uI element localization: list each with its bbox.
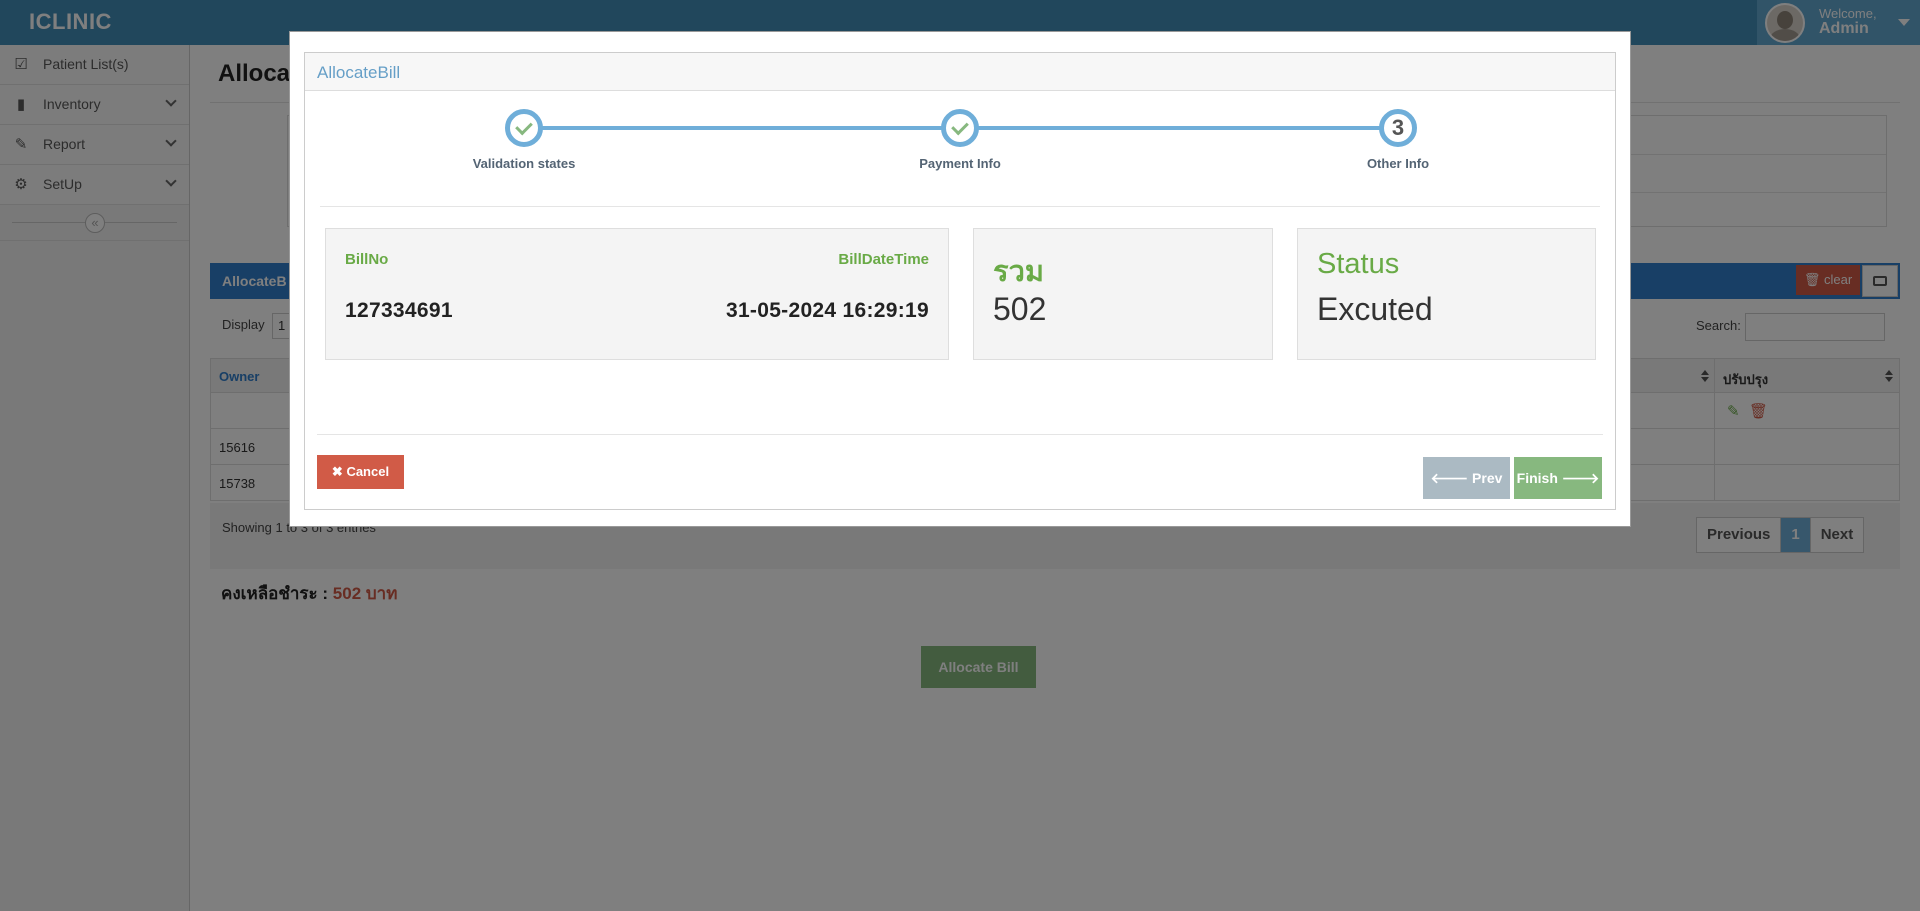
allocate-bill-modal: AllocateBill 3 Validation states Payment… [289,31,1631,527]
modal-panel: AllocateBill 3 Validation states Payment… [304,52,1616,510]
bill-datetime-label: BillDateTime [838,251,929,268]
total-value: 502 [993,291,1047,327]
arrow-left-icon: 🡐 [1430,469,1473,486]
bill-no-label: BillNo [345,251,389,268]
wizard-steps: 3 Validation states Payment Info Other I… [305,91,1615,191]
step-label: Validation states [472,156,576,171]
bill-info-box: BillNo BillDateTime 127334691 31-05-2024… [325,228,949,360]
step-number: 3 [1391,115,1405,140]
bill-no-value: 127334691 [345,299,453,322]
step-1-complete-icon[interactable] [505,109,543,147]
divider [317,434,1603,435]
status-label: Status [1317,248,1400,280]
divider [320,206,1600,207]
cancel-label: Cancel [346,464,390,479]
step-3-current[interactable]: 3 [1379,109,1417,147]
finish-label: Finish [1516,469,1558,486]
step-label: Other Info [1366,156,1430,171]
cancel-button[interactable]: ✖ Cancel [317,455,404,489]
step-label: Payment Info [919,156,1001,171]
status-value: Excuted [1317,291,1433,327]
total-label: รวม [993,256,1044,288]
prev-label: Prev [1472,469,1503,486]
arrow-right-icon: 🡒 [1557,469,1600,486]
total-info-box: รวม 502 [973,228,1273,360]
status-info-box: Status Excuted [1297,228,1596,360]
finish-button[interactable]: Finish 🡒 [1514,457,1602,499]
prev-button[interactable]: 🡐 Prev [1423,457,1510,499]
close-icon: ✖ [331,464,347,479]
step-2-complete-icon[interactable] [941,109,979,147]
modal-title: AllocateBill [317,63,401,82]
modal-header: AllocateBill [305,53,1615,91]
bill-datetime-value: 31-05-2024 16:29:19 [725,299,929,322]
